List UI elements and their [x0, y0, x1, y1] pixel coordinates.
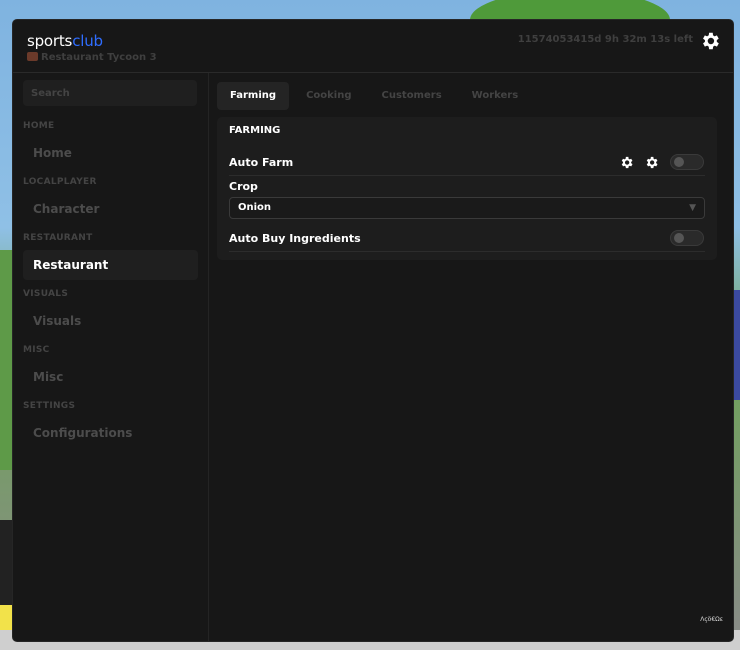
game-icon: [27, 52, 38, 61]
tab-farming[interactable]: Farming: [217, 82, 290, 110]
crop-label: Crop: [229, 180, 258, 193]
search-input[interactable]: [23, 80, 197, 106]
auto-farm-keybind-gear-icon[interactable]: [644, 155, 659, 170]
sidebar: HOME Home LOCALPLAYER Character RESTAURA…: [13, 73, 209, 641]
divider: [229, 175, 705, 176]
tab-customers[interactable]: Customers: [369, 82, 455, 110]
toggle-knob: [674, 157, 684, 167]
brand-logo: sportsclub: [27, 32, 103, 50]
auto-farm-toggle[interactable]: [670, 154, 704, 170]
sidebar-item-home[interactable]: Home: [23, 138, 198, 168]
auto-buy-ingredients-label: Auto Buy Ingredients: [229, 232, 361, 245]
tab-cooking[interactable]: Cooking: [293, 82, 364, 110]
section-label-settings: SETTINGS: [23, 401, 76, 411]
license-timer: 11574053415d 9h 32m 13s left: [517, 34, 693, 45]
sidebar-item-character[interactable]: Character: [23, 194, 198, 224]
sidebar-item-restaurant[interactable]: Restaurant: [23, 250, 198, 280]
crop-dropdown[interactable]: Onion ▼: [229, 197, 705, 219]
tab-bar: Farming Cooking Customers Workers: [217, 82, 535, 112]
footer-watermark: Λçö€Ωε: [700, 616, 723, 623]
main-content: Farming Cooking Customers Workers FARMIN…: [209, 73, 733, 641]
farming-panel: FARMING Auto Farm Crop Onion ▼ Auto Buy …: [217, 117, 717, 260]
game-subtitle: Restaurant Tycoon 3: [27, 52, 157, 63]
chevron-down-icon: ▼: [689, 203, 696, 213]
toggle-knob: [674, 233, 684, 243]
auto-farm-label: Auto Farm: [229, 156, 294, 169]
divider: [229, 251, 705, 252]
section-label-restaurant: RESTAURANT: [23, 233, 93, 243]
panel-title: FARMING: [229, 125, 281, 136]
section-label-localplayer: LOCALPLAYER: [23, 177, 97, 187]
window-header[interactable]: sportsclub Restaurant Tycoon 3 115740534…: [13, 20, 733, 73]
section-label-visuals: VISUALS: [23, 289, 69, 299]
section-label-misc: MISC: [23, 345, 50, 355]
crop-dropdown-value: Onion: [238, 202, 272, 213]
settings-gear-icon[interactable]: [699, 30, 721, 52]
sidebar-item-visuals[interactable]: Visuals: [23, 306, 198, 336]
section-label-home: HOME: [23, 121, 55, 131]
sidebar-item-misc[interactable]: Misc: [23, 362, 198, 392]
sidebar-item-configurations[interactable]: Configurations: [23, 418, 198, 448]
auto-farm-settings-gear-icon[interactable]: [619, 155, 634, 170]
auto-buy-ingredients-toggle[interactable]: [670, 230, 704, 246]
tab-workers[interactable]: Workers: [459, 82, 532, 110]
script-hub-window: sportsclub Restaurant Tycoon 3 115740534…: [12, 19, 734, 642]
